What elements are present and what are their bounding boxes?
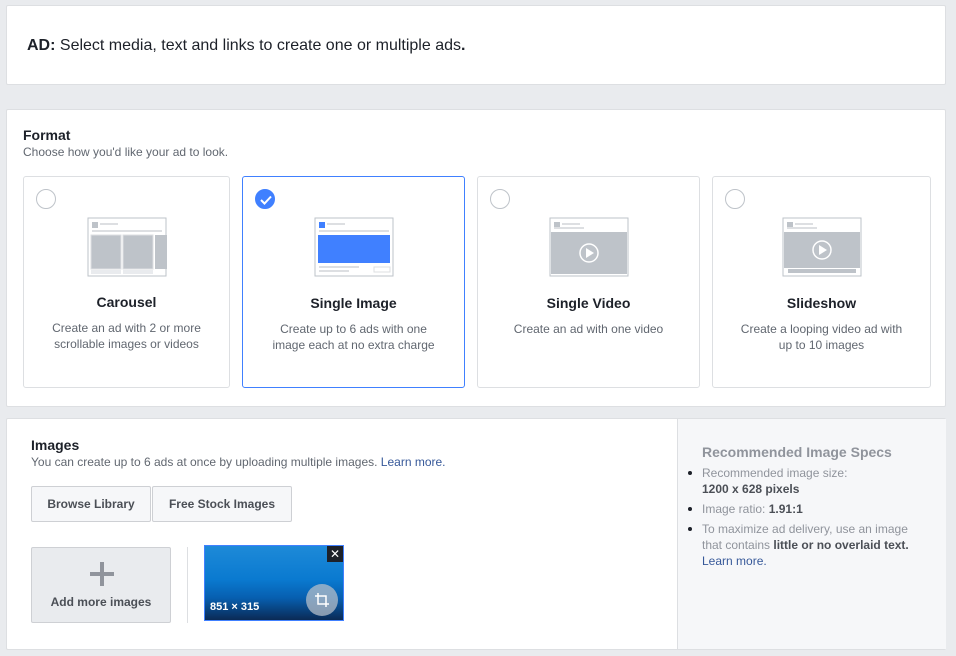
specs-list: Recommended image size: 1200 x 628 pixels… — [688, 465, 922, 573]
crop-icon — [315, 593, 329, 607]
slideshow-title: Slideshow — [786, 295, 857, 311]
format-card-single-image[interactable]: Single Image Create up to 6 ads with one… — [242, 176, 465, 388]
images-title: Images — [31, 437, 80, 453]
single-video-format-icon — [549, 217, 628, 277]
specs-title: Recommended Image Specs — [702, 444, 892, 460]
uploaded-image-thumbnail[interactable]: ✕ 851 × 315 — [204, 545, 344, 621]
slideshow-format-icon — [782, 217, 861, 277]
format-title: Format — [23, 127, 71, 143]
images-subtitle: You can create up to 6 ads at once by up… — [31, 455, 446, 469]
images-subtitle-text: You can create up to 6 ads at once by up… — [31, 455, 378, 469]
single-video-description: Create an ad with one video — [513, 322, 664, 336]
specs-learn-more-link[interactable]: Learn more. — [702, 554, 767, 568]
single-video-title: Single Video — [546, 295, 631, 311]
format-card-carousel[interactable]: Carousel Create an ad with 2 or more scr… — [23, 176, 230, 388]
image-dimensions: 851 × 315 — [210, 601, 260, 613]
images-panel: Images You can create up to 6 ads at onc… — [6, 418, 946, 650]
checkmark-icon — [260, 195, 272, 205]
plus-icon — [90, 562, 114, 586]
add-more-images-button[interactable]: Add more images — [31, 547, 171, 623]
crop-button[interactable] — [306, 584, 338, 616]
spec-delivery-bold: little or no overlaid text. — [773, 538, 909, 552]
browse-library-button[interactable]: Browse Library — [31, 486, 151, 522]
format-card-single-video[interactable]: Single Video Create an ad with one video — [477, 176, 700, 388]
remove-image-close-icon[interactable]: ✕ — [327, 546, 343, 562]
carousel-title: Carousel — [96, 294, 157, 310]
carousel-description: Create an ad with 2 or more scrollable i… — [52, 321, 201, 351]
free-stock-images-button[interactable]: Free Stock Images — [152, 486, 292, 522]
ad-label: AD: — [27, 37, 56, 54]
format-card-slideshow[interactable]: Slideshow Create a looping video ad with… — [712, 176, 931, 388]
spec-ratio-value: 1.91:1 — [768, 502, 803, 516]
single-image-format-icon — [314, 217, 393, 277]
carousel-format-icon — [87, 217, 167, 277]
spec-size-label: Recommended image size: — [702, 466, 848, 480]
vertical-divider — [187, 547, 188, 623]
slideshow-description: Create a looping video ad with up to 10 … — [740, 322, 903, 352]
format-panel: Format Choose how you'd like your ad to … — [6, 109, 946, 407]
spec-ratio-label: Image ratio: — [702, 502, 766, 516]
add-more-images-label: Add more images — [50, 595, 152, 609]
recommended-specs-panel: Recommended Image Specs Recommended imag… — [677, 419, 946, 649]
ad-period: . — [461, 37, 466, 54]
single-image-radio[interactable] — [255, 189, 275, 209]
slideshow-radio[interactable] — [725, 189, 745, 209]
spec-size-value: 1200 x 628 pixels — [702, 482, 800, 496]
ad-instruction: AD: Select media, text and links to crea… — [27, 37, 465, 55]
ad-header-panel: AD: Select media, text and links to crea… — [6, 5, 946, 85]
images-learn-more-link[interactable]: Learn more. — [381, 455, 446, 469]
carousel-radio[interactable] — [36, 189, 56, 209]
single-video-radio[interactable] — [490, 189, 510, 209]
spec-item-delivery: To maximize ad delivery, use an image th… — [688, 521, 922, 569]
format-subtitle: Choose how you'd like your ad to look. — [23, 145, 229, 159]
spec-item-size: Recommended image size: 1200 x 628 pixels — [688, 465, 922, 497]
spec-item-ratio: Image ratio: 1.91:1 — [688, 501, 922, 517]
single-image-description: Create up to 6 ads with one image each a… — [272, 322, 435, 352]
single-image-title: Single Image — [310, 295, 397, 311]
ad-instruction-text: Select media, text and links to create o… — [59, 37, 461, 54]
